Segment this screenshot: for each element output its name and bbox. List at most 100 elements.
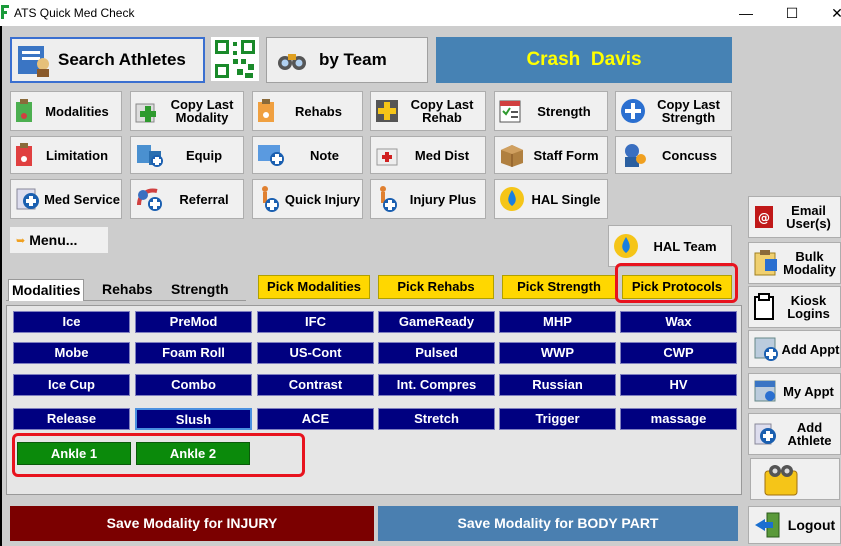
my-appt-label: My Appt <box>783 383 834 399</box>
modalities-label: Modalities <box>45 103 109 119</box>
logout-button[interactable]: Logout <box>748 506 841 544</box>
hal-single-button[interactable]: HAL Single <box>494 179 608 219</box>
athlete-name: Crash Davis <box>526 49 642 70</box>
close-button[interactable]: ✕ <box>822 3 841 23</box>
copy-last-strength-label: Copy Last Strength <box>657 97 720 125</box>
hal-team-drop-icon <box>614 234 638 258</box>
med-service-icon <box>16 188 39 210</box>
logout-label: Logout <box>787 516 836 533</box>
clipboard-icon <box>16 99 32 122</box>
modality-gameready-button[interactable]: GameReady <box>378 311 495 333</box>
modality-cwp-button[interactable]: CWP <box>620 342 737 364</box>
protocol-ankle-2-button[interactable]: Ankle 2 <box>136 442 250 465</box>
modality-trigger-button[interactable]: Trigger <box>499 408 616 430</box>
referral-label: Referral <box>179 191 229 207</box>
strength-label: Strength <box>537 103 591 119</box>
kiosk-clipboard-icon <box>754 293 774 320</box>
bulk-modality-label: Bulk Modality <box>783 249 836 277</box>
modality-premod-button[interactable]: PreMod <box>135 311 252 333</box>
modality-wax-button[interactable]: Wax <box>620 311 737 333</box>
rehabs-button[interactable]: Rehabs <box>252 91 363 131</box>
referral-button[interactable]: Referral <box>130 179 244 219</box>
title-bar: ATS Quick Med Check — ☐ ✕ <box>0 0 841 26</box>
save-modality-injury-button[interactable]: Save Modality for INJURY <box>10 506 374 541</box>
add-athlete-button[interactable]: Add Athlete <box>748 413 841 455</box>
modality-ifc-button[interactable]: IFC <box>257 311 374 333</box>
tab-rehabs[interactable]: Rehabs <box>99 279 156 301</box>
modality-mhp-button[interactable]: MHP <box>499 311 616 333</box>
copy-last-rehab-button[interactable]: Copy Last Rehab <box>370 91 486 131</box>
pick-protocols-button[interactable]: Pick Protocols <box>622 275 732 299</box>
copy-last-strength-button[interactable]: Copy Last Strength <box>615 91 732 131</box>
injury-plus-label: Injury Plus <box>409 191 477 207</box>
head-icon <box>625 144 646 167</box>
limitation-button[interactable]: Limitation <box>10 136 122 174</box>
protocol-ankle-1-button[interactable]: Ankle 1 <box>17 442 131 465</box>
modality-int-compres-button[interactable]: Int. Compres <box>378 374 495 396</box>
modality-ice-button[interactable]: Ice <box>13 311 130 333</box>
app-icon <box>1 5 9 19</box>
qr-code-button[interactable] <box>211 37 259 81</box>
concuss-button[interactable]: Concuss <box>615 136 732 174</box>
email-users-label: Email User(s) <box>786 203 831 231</box>
copy-last-modality-button[interactable]: Copy Last Modality <box>130 91 244 131</box>
modality-stretch-button[interactable]: Stretch <box>378 408 495 430</box>
search-athletes-button[interactable]: Search Athletes <box>10 37 205 83</box>
strength-button[interactable]: Strength <box>494 91 608 131</box>
by-team-button[interactable]: by Team <box>266 37 428 83</box>
add-athlete-label: Add Athlete <box>787 420 832 448</box>
video-button[interactable] <box>750 458 840 500</box>
minimize-button[interactable]: — <box>731 3 761 23</box>
modalities-button[interactable]: Modalities <box>10 91 122 131</box>
injury-plus-button[interactable]: Injury Plus <box>370 179 486 219</box>
calendar-add-icon <box>754 337 778 361</box>
maximize-button[interactable]: ☐ <box>777 3 807 23</box>
modality-ace-button[interactable]: ACE <box>257 408 374 430</box>
blue-plus-icon <box>621 99 645 123</box>
note-icon <box>258 145 284 166</box>
pick-rehabs-button[interactable]: Pick Rehabs <box>378 275 494 299</box>
equip-label: Equip <box>185 147 223 163</box>
modality-us-cont-button[interactable]: US-Cont <box>257 342 374 364</box>
copy-last-rehab-label: Copy Last Rehab <box>410 97 474 125</box>
modality-slush-button[interactable]: Slush <box>135 408 252 430</box>
modality-contrast-button[interactable]: Contrast <box>257 374 374 396</box>
my-appt-button[interactable]: My Appt <box>748 373 841 409</box>
modality-russian-button[interactable]: Russian <box>499 374 616 396</box>
by-team-label: by Team <box>319 50 387 69</box>
save-modality-body-part-button[interactable]: Save Modality for BODY PART <box>378 506 738 541</box>
concuss-label: Concuss <box>662 147 717 163</box>
calendar-icon <box>754 380 776 402</box>
tab-modalities[interactable]: Modalities <box>8 279 85 301</box>
tab-strength[interactable]: Strength <box>168 279 232 301</box>
modality-release-button[interactable]: Release <box>13 408 130 430</box>
modality-combo-button[interactable]: Combo <box>135 374 252 396</box>
window-title: ATS Quick Med Check <box>14 6 135 20</box>
add-appt-button[interactable]: Add Appt <box>748 330 841 368</box>
hal-team-label: HAL Team <box>653 238 717 254</box>
staff-form-button[interactable]: Staff Form <box>494 136 608 174</box>
med-service-button[interactable]: Med Service <box>10 179 122 219</box>
modality-mobe-button[interactable]: Mobe <box>13 342 130 364</box>
search-athletes-label: Search Athletes <box>58 50 186 69</box>
modality-wwp-button[interactable]: WWP <box>499 342 616 364</box>
modality-massage-button[interactable]: massage <box>620 408 737 430</box>
rehabs-label: Rehabs <box>295 103 342 119</box>
hal-team-button[interactable]: HAL Team <box>608 225 732 267</box>
modality-pulsed-button[interactable]: Pulsed <box>378 342 495 364</box>
kiosk-logins-button[interactable]: Kiosk Logins <box>748 286 841 328</box>
modality-hv-button[interactable]: HV <box>620 374 737 396</box>
menu-arrow-icon: ➥ <box>16 234 26 247</box>
menu-button[interactable]: ➥ Menu... <box>10 227 108 253</box>
binoculars-icon <box>278 54 306 70</box>
equip-button[interactable]: Equip <box>130 136 244 174</box>
pick-strength-button[interactable]: Pick Strength <box>502 275 616 299</box>
note-button[interactable]: Note <box>252 136 363 174</box>
quick-injury-button[interactable]: Quick Injury <box>252 179 363 219</box>
med-dist-button[interactable]: Med Dist <box>370 136 486 174</box>
bulk-modality-button[interactable]: Bulk Modality <box>748 242 841 284</box>
modality-ice-cup-button[interactable]: Ice Cup <box>13 374 130 396</box>
pick-modalities-button[interactable]: Pick Modalities <box>258 275 370 299</box>
email-users-button[interactable]: @ Email User(s) <box>748 196 841 238</box>
modality-foam-roll-button[interactable]: Foam Roll <box>135 342 252 364</box>
